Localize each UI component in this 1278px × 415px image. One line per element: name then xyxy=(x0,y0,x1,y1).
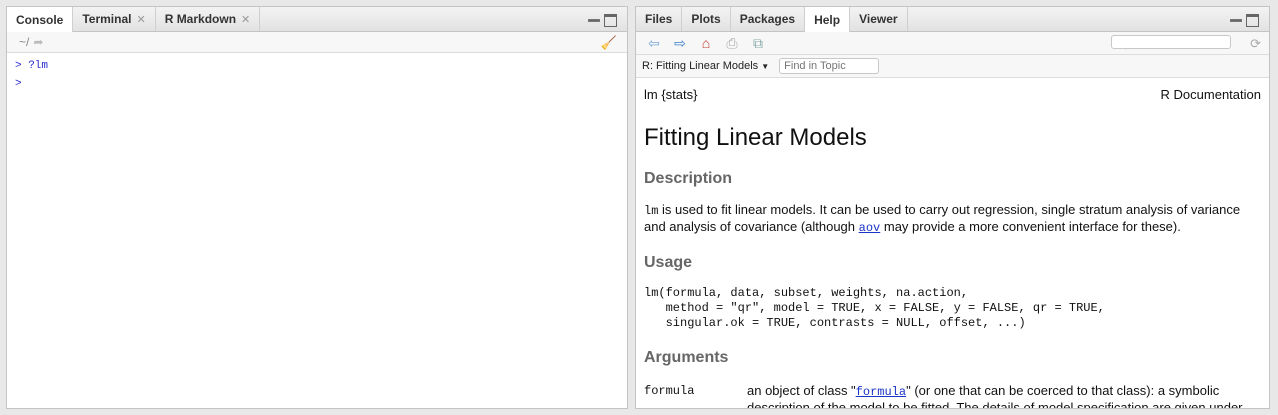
argument-description: an object of class "formula" (or one tha… xyxy=(747,381,1261,408)
close-icon[interactable]: ✕ xyxy=(241,13,250,26)
argument-name: formula xyxy=(644,384,695,398)
description-text: lm is used to fit linear models. It can … xyxy=(644,202,1261,236)
find-in-topic-input[interactable] xyxy=(779,58,880,74)
code-lm: lm xyxy=(644,204,659,218)
topic-dropdown[interactable]: R: Fitting Linear Models ▼ xyxy=(642,60,769,72)
home-icon[interactable]: ⌂ xyxy=(696,35,716,51)
console-toolbar: ~/ ➦ 🧹 xyxy=(7,32,627,53)
minimize-icon[interactable] xyxy=(588,14,600,24)
window-buttons xyxy=(588,14,617,27)
argument-row: formula an object of class "formula" (or… xyxy=(644,381,1261,408)
maximize-icon[interactable] xyxy=(604,14,617,27)
package-label: lm {stats} xyxy=(644,87,698,102)
arguments-heading: Arguments xyxy=(644,349,729,366)
print-icon[interactable]: ⎙ xyxy=(722,35,742,52)
help-toolbar: ⇦ ⇨ ⌂ ⎙ ⧉ 🔍 ⟳ xyxy=(636,32,1269,55)
topic-bar: R: Fitting Linear Models ▼ xyxy=(636,55,1269,78)
help-document: lm {stats} R Documentation Fitting Linea… xyxy=(636,87,1269,408)
tab-label: Console xyxy=(16,12,64,27)
description-heading: Description xyxy=(644,170,733,187)
show-in-window-icon[interactable]: ⧉ xyxy=(748,35,768,52)
tab-console[interactable]: Console xyxy=(7,7,74,32)
minimize-icon[interactable] xyxy=(1230,14,1242,24)
tab-label: Terminal xyxy=(82,12,132,26)
help-tabbar: Files Plots Packages Help Viewer xyxy=(636,7,1269,32)
tab-label: Packages xyxy=(739,12,796,26)
doc-header: lm {stats} R Documentation xyxy=(644,87,1261,102)
tab-r-markdown[interactable]: R Markdown ✕ xyxy=(156,7,261,31)
topic-dropdown-label: R: Fitting Linear Models xyxy=(642,60,759,72)
r-documentation-label: R Documentation xyxy=(1160,87,1261,102)
help-pane: Files Plots Packages Help Viewer ⇦ ⇨ ⌂ ⎙… xyxy=(635,6,1270,409)
refresh-icon[interactable]: ⟳ xyxy=(1250,36,1261,52)
console-tabbar: Console Terminal ✕ R Markdown ✕ xyxy=(7,7,627,32)
usage-code: lm(formula, data, subset, weights, na.ac… xyxy=(644,286,1105,330)
argument-part: an object of class " xyxy=(747,383,856,398)
usage-heading: Usage xyxy=(644,254,693,271)
help-search-input[interactable] xyxy=(1111,35,1231,49)
close-icon[interactable]: ✕ xyxy=(136,13,145,26)
console-prompt: > xyxy=(15,78,22,90)
tab-viewer[interactable]: Viewer xyxy=(850,7,908,31)
formula-link[interactable]: formula xyxy=(856,385,906,399)
tab-label: R Markdown xyxy=(164,12,237,26)
forward-arrow-icon[interactable]: ⇨ xyxy=(670,35,690,52)
window-buttons xyxy=(1230,14,1259,27)
working-directory: ~/ xyxy=(19,35,30,49)
maximize-icon[interactable] xyxy=(1246,14,1259,27)
tab-packages[interactable]: Packages xyxy=(731,7,806,31)
back-arrow-icon[interactable]: ⇦ xyxy=(644,35,664,52)
console-output[interactable]: > ?lm > xyxy=(7,53,627,97)
description-part: may provide a more convenient interface … xyxy=(880,219,1181,234)
tab-files[interactable]: Files xyxy=(636,7,683,31)
chevron-down-icon: ▼ xyxy=(761,62,770,71)
tab-terminal[interactable]: Terminal ✕ xyxy=(73,7,156,31)
go-to-directory-icon[interactable]: ➦ xyxy=(33,35,43,49)
aov-link[interactable]: aov xyxy=(859,221,881,235)
tab-plots[interactable]: Plots xyxy=(682,7,731,31)
doc-title: Fitting Linear Models xyxy=(644,124,867,151)
tab-label: Viewer xyxy=(859,12,898,26)
console-line: > ?lm xyxy=(15,60,49,72)
tab-label: Plots xyxy=(691,12,721,26)
clear-console-icon[interactable]: 🧹 xyxy=(601,35,617,51)
tab-label: Help xyxy=(814,12,841,27)
tab-label: Files xyxy=(645,12,673,26)
tab-help[interactable]: Help xyxy=(805,7,851,32)
console-pane: Console Terminal ✕ R Markdown ✕ ~/ ➦ 🧹 >… xyxy=(6,6,628,409)
